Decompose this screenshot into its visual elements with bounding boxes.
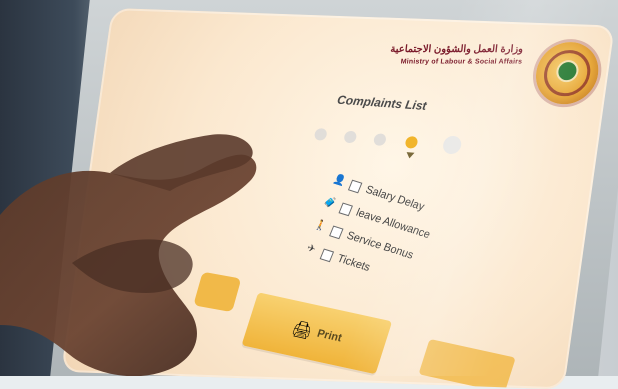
checkbox[interactable] xyxy=(329,225,344,239)
step-dot-3 xyxy=(372,133,387,147)
checkbox[interactable] xyxy=(348,179,363,193)
person-icon: 👤 xyxy=(331,173,348,188)
page-title: Complaints List xyxy=(336,92,428,113)
checkbox[interactable] xyxy=(319,247,335,262)
list-item-label: Tickets xyxy=(335,252,372,275)
plane-icon: ✈ xyxy=(305,242,318,256)
checkbox[interactable] xyxy=(338,202,354,216)
step-dot-1 xyxy=(313,127,328,141)
step-dot-2 xyxy=(343,130,358,144)
hand-overlay xyxy=(0,95,300,376)
walking-icon: 🚶 xyxy=(312,219,329,234)
suitcase-icon: 🧳 xyxy=(322,196,338,211)
print-label: Print xyxy=(315,327,344,345)
